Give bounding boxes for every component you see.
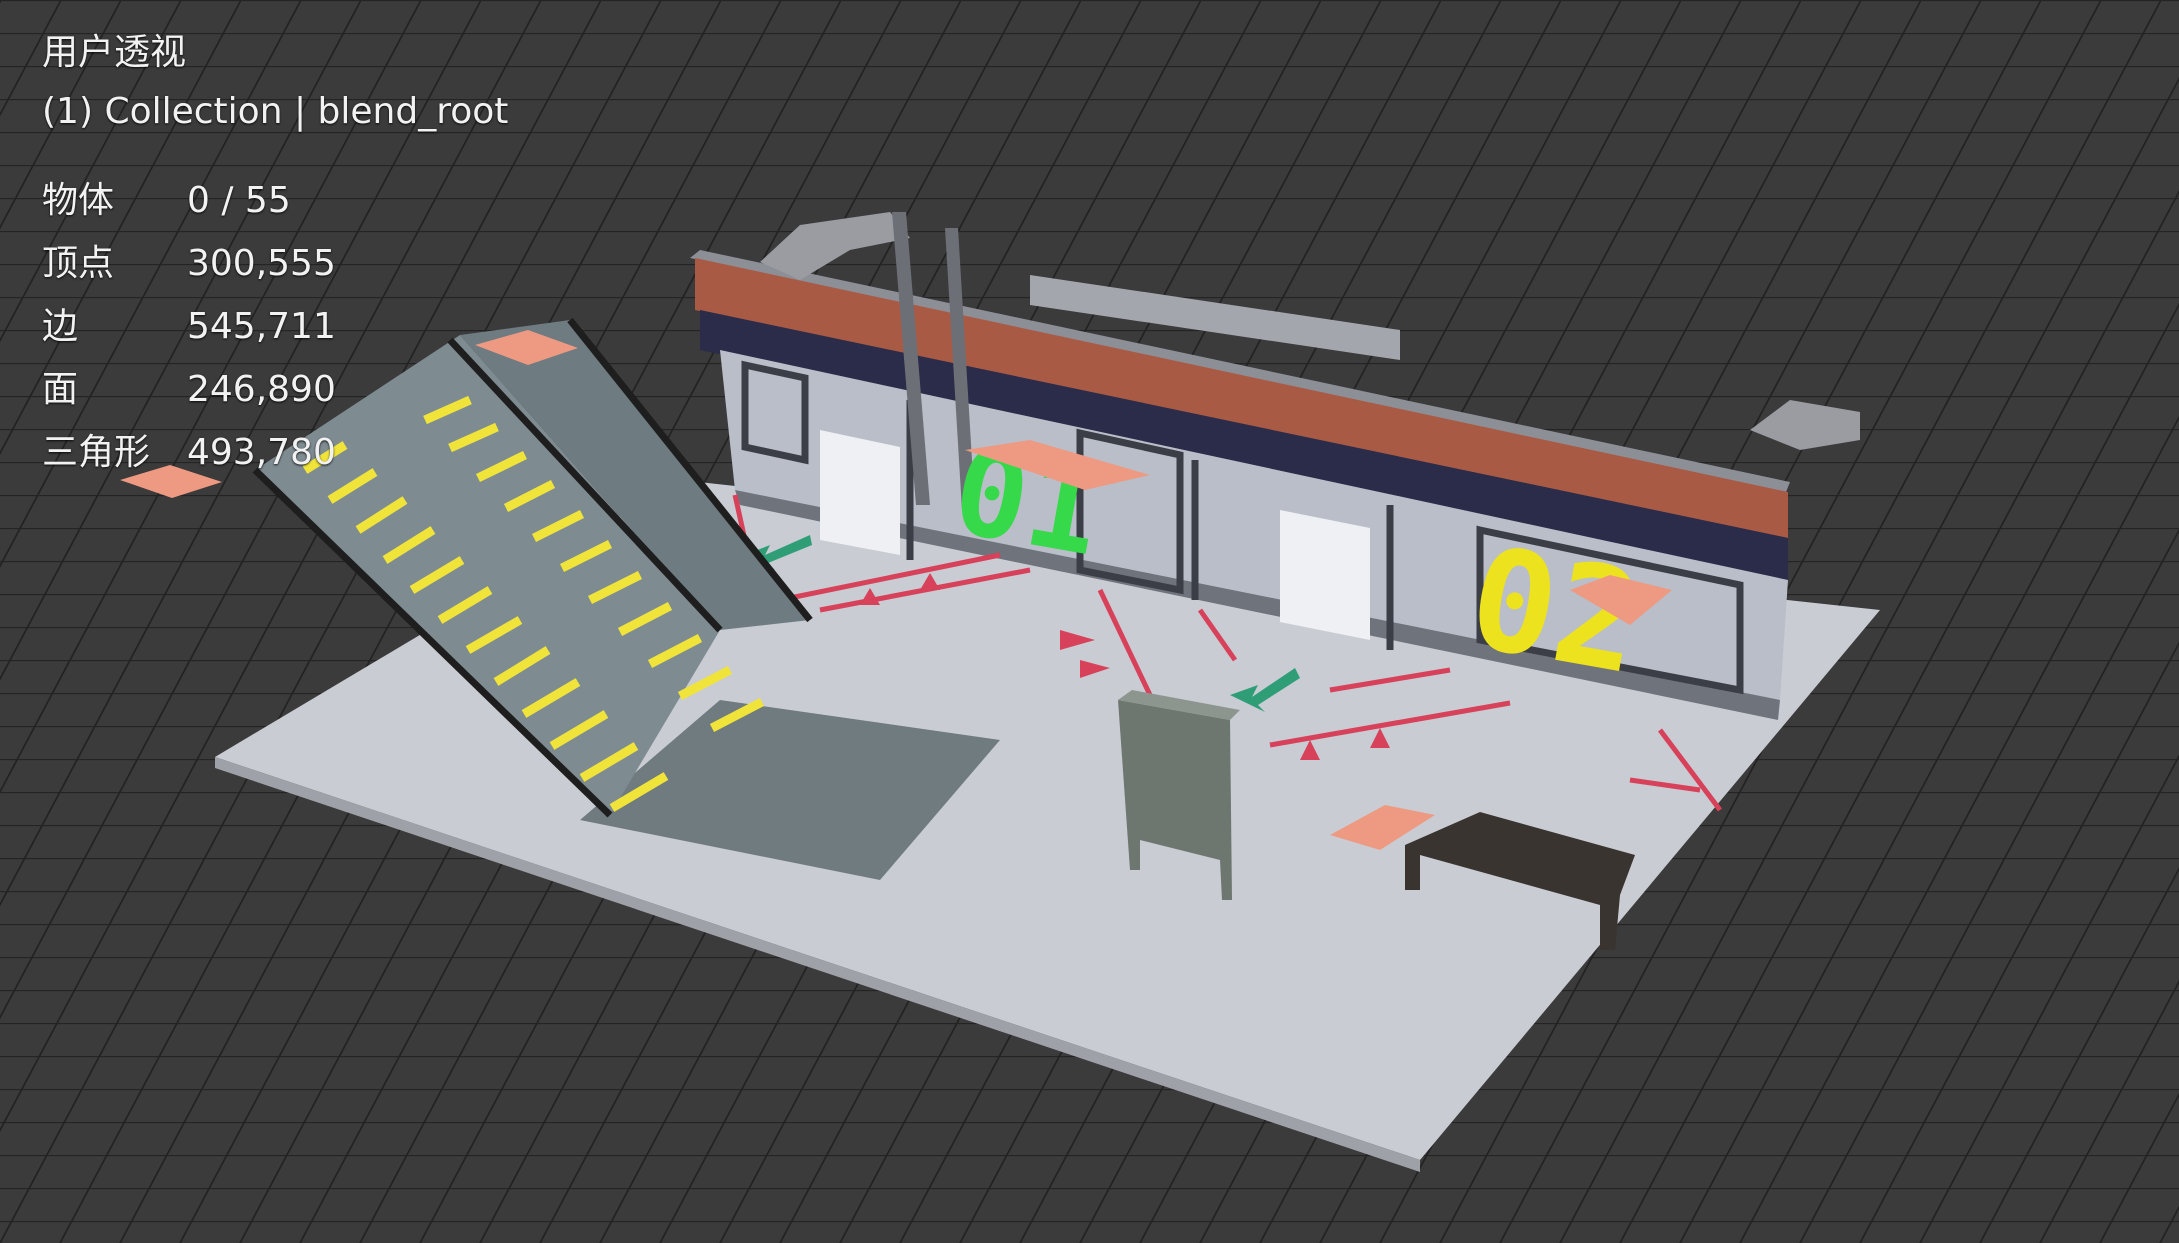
door-opening-2 (1280, 510, 1370, 640)
door-opening-1 (820, 430, 900, 555)
stat-objects-label: 物体 (42, 180, 115, 221)
scene-statistics: 物体 0 / 55 顶点 300,555 边 545,711 面 246,890… (42, 178, 508, 475)
stat-vertices-label: 顶点 (42, 243, 115, 284)
stat-edges-label: 边 (42, 306, 79, 347)
stat-faces-value: 246,890 (187, 369, 336, 410)
stat-objects-value: 0 / 55 (187, 180, 291, 221)
view-name: 用户透视 (42, 32, 187, 73)
3d-viewport[interactable]: 01 02 用户透视 (1) Collection | blend_root 物… (0, 0, 2179, 1243)
viewport-overlay: 用户透视 (1) Collection | blend_root 物体 0 / … (42, 30, 508, 475)
collection-label: (1) Collection | blend_root (42, 91, 509, 132)
stat-triangles-label: 三角形 (42, 432, 151, 473)
stat-triangles-value: 493,780 (187, 432, 336, 473)
stat-edges-value: 545,711 (187, 306, 336, 347)
stat-faces-label: 面 (42, 369, 79, 410)
stat-vertices-value: 300,555 (187, 243, 336, 284)
